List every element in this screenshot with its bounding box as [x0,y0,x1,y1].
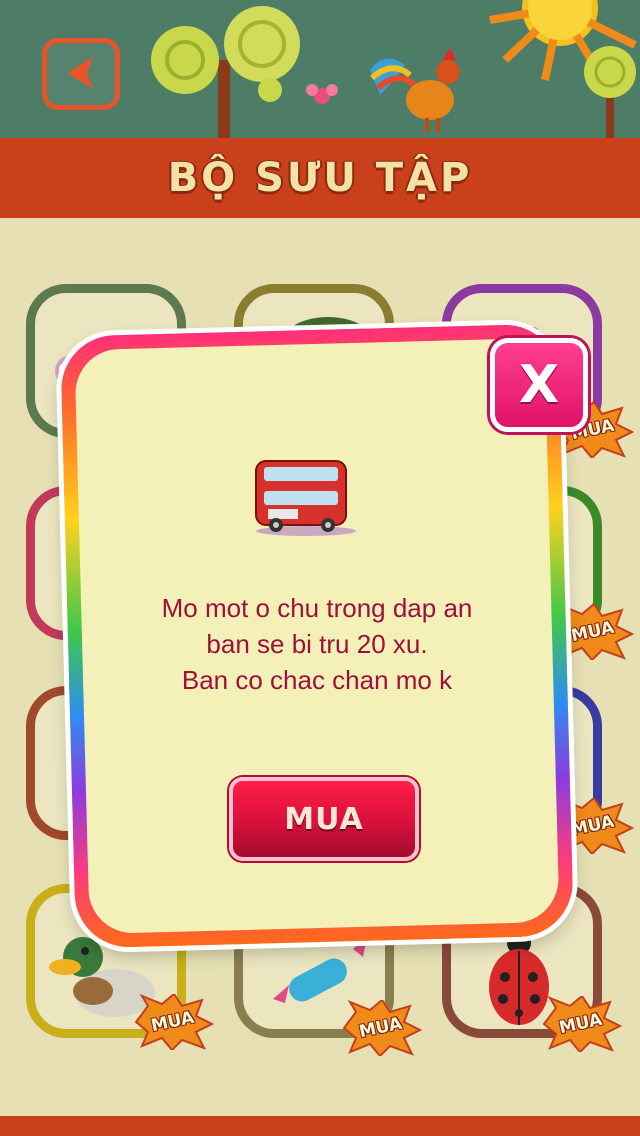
close-button[interactable]: X [490,338,588,432]
buy-badge[interactable]: MUA [132,994,214,1050]
back-arrow-icon [67,57,93,89]
bottom-bar [0,1116,640,1136]
flower-icon [306,84,338,104]
message-line: ban se bi tru 20 xu. [206,629,428,659]
back-button[interactable] [42,38,120,110]
buy-badge[interactable]: MUA [540,996,622,1052]
dialog-message: Mo mot o chu trong dap an ban se bi tru … [84,590,550,698]
message-line: Ban co chac chan mo k [181,665,453,695]
buy-button[interactable]: MUA [229,777,419,861]
buy-button-label: MUA [284,801,364,837]
rooster-icon [369,48,460,132]
tree-right-icon [584,46,636,140]
page-title: BỘ SƯU TẬP [167,155,473,201]
title-bar: BỘ SƯU TẬP [0,138,640,218]
buy-badge[interactable]: MUA [340,1000,422,1056]
dialog-content: Mo mot o chu trong dap an ban se bi tru … [84,345,550,925]
tree-icon [151,6,300,140]
message-line: Mo mot o chu trong dap an [161,593,473,623]
bus-icon [255,460,356,536]
close-icon: X [518,355,560,415]
header-scenery [0,0,640,140]
